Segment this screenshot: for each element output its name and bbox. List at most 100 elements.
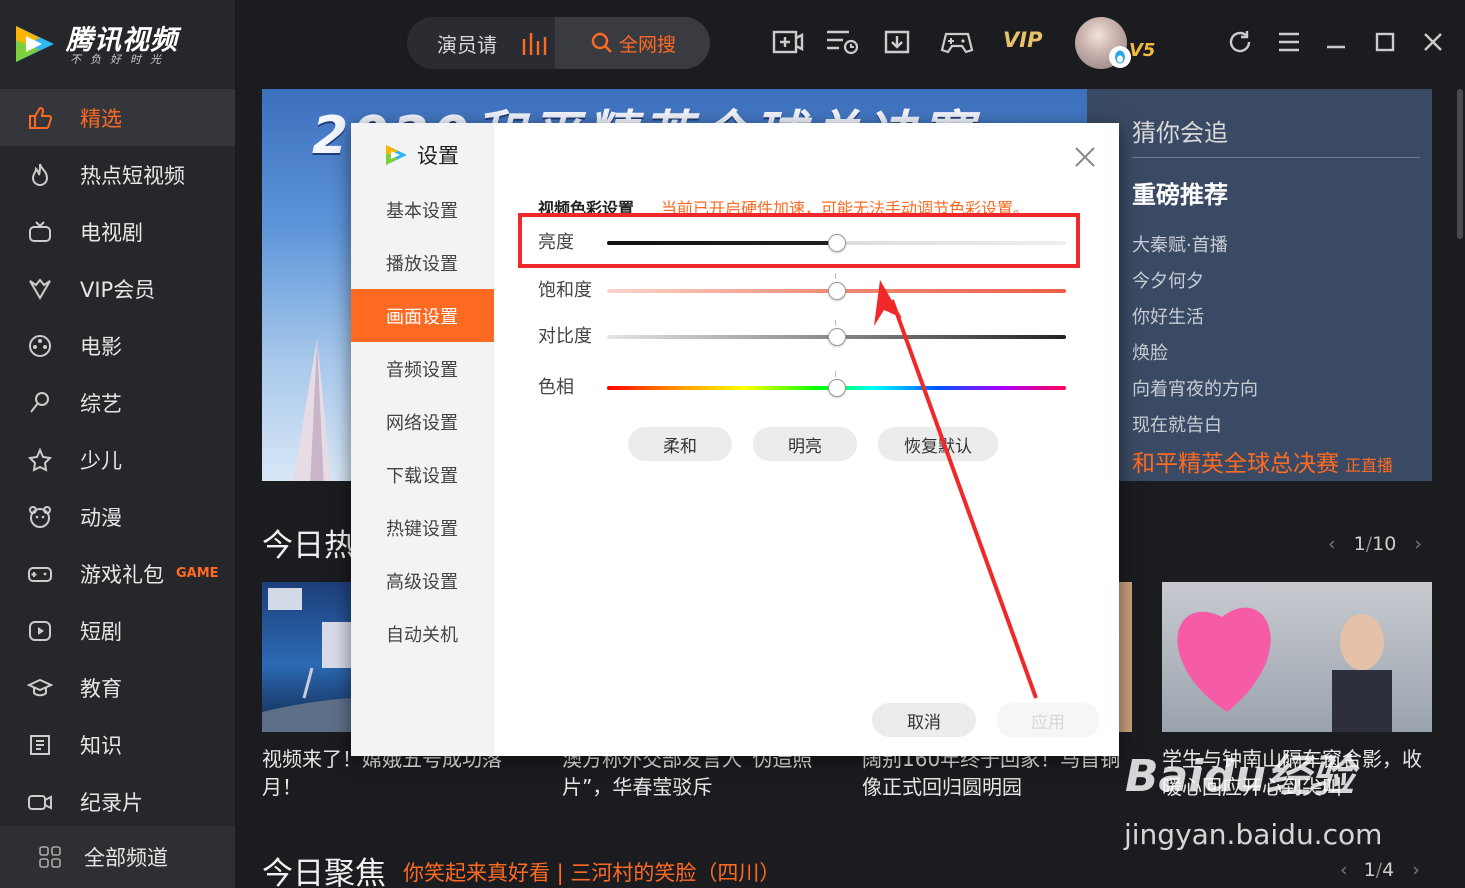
download-icon[interactable] bbox=[880, 26, 914, 58]
sidebar-item-tv-series[interactable]: 电视剧 bbox=[0, 203, 235, 260]
sidebar-nav: 精选 热点短视频 电视剧 VIP会员 电影 综艺 少儿 动漫 游戏礼包 GAME… bbox=[0, 89, 235, 830]
sidebar-item-label: 电视剧 bbox=[80, 220, 143, 245]
today-hot-pager: ‹ 1/10 › bbox=[1328, 533, 1422, 555]
list-item[interactable]: 焕脸 bbox=[1132, 339, 1258, 375]
thumbs-up-icon bbox=[26, 104, 54, 132]
all-channels-button[interactable]: 全部频道 bbox=[0, 826, 235, 888]
restore-default-button[interactable]: 恢复默认 bbox=[878, 427, 998, 461]
settings-menu-network[interactable]: 网络设置 bbox=[351, 395, 494, 448]
search-box[interactable]: 演员请 全网搜 bbox=[407, 17, 710, 69]
preset-bright-button[interactable]: 明亮 bbox=[753, 427, 857, 461]
sidebar-item-movies[interactable]: 电影 bbox=[0, 317, 235, 374]
watch-history-icon[interactable] bbox=[825, 26, 859, 58]
live-tag: 正直播 bbox=[1345, 456, 1394, 475]
list-item[interactable]: 你好生活 bbox=[1132, 303, 1258, 339]
list-item[interactable]: 向着宵夜的方向 bbox=[1132, 375, 1258, 411]
sidebar-item-short-drama[interactable]: 短剧 bbox=[0, 602, 235, 659]
search-input[interactable]: 演员请 bbox=[437, 29, 497, 58]
close-window-icon[interactable] bbox=[1416, 26, 1450, 58]
saturation-slider-thumb[interactable] bbox=[827, 282, 846, 300]
settings-menu: 基本设置 播放设置 画面设置 音频设置 网络设置 下载设置 热键设置 高级设置 … bbox=[351, 183, 494, 660]
saturation-slider[interactable] bbox=[607, 282, 1066, 300]
hot-rank-icon[interactable] bbox=[521, 29, 547, 57]
microphone-icon bbox=[26, 389, 54, 417]
apply-button[interactable]: 应用 bbox=[996, 703, 1100, 737]
chevron-left-icon[interactable]: ‹ bbox=[1340, 859, 1348, 881]
annotation-highlight-box bbox=[518, 213, 1080, 268]
sidebar-item-label: 少儿 bbox=[80, 448, 122, 473]
recommend-list: 大秦赋·首播 今夕何夕 你好生活 焕脸 向着宵夜的方向 现在就告白 bbox=[1132, 231, 1258, 447]
contrast-slider[interactable] bbox=[607, 328, 1066, 346]
upload-video-icon[interactable] bbox=[771, 26, 805, 58]
settings-menu-download[interactable]: 下载设置 bbox=[351, 448, 494, 501]
sidebar-item-education[interactable]: 教育 bbox=[0, 659, 235, 716]
live-link[interactable]: 和平精英全球总决赛 正直播 bbox=[1132, 444, 1393, 478]
gamepad-icon bbox=[26, 560, 54, 588]
today-focus-link[interactable]: 你笑起来真好看 | 三河村的笑脸（四川） bbox=[403, 857, 780, 887]
refresh-icon[interactable] bbox=[1223, 26, 1257, 58]
sidebar-item-label: 动漫 bbox=[80, 505, 122, 530]
sidebar-item-label: 短剧 bbox=[80, 619, 122, 644]
live-title: 和平精英全球总决赛 bbox=[1132, 451, 1339, 477]
heart-sticker-thumbnail bbox=[1177, 607, 1392, 732]
sidebar-item-knowledge[interactable]: 知识 bbox=[0, 716, 235, 773]
preset-soft-button[interactable]: 柔和 bbox=[628, 427, 732, 461]
saturation-label: 饱和度 bbox=[538, 280, 592, 301]
settings-menu-advanced[interactable]: 高级设置 bbox=[351, 554, 494, 607]
contrast-center-tick bbox=[835, 320, 836, 326]
vip-button[interactable]: VIP bbox=[1003, 28, 1042, 52]
maximize-icon[interactable] bbox=[1368, 26, 1402, 58]
vip-diamond-icon bbox=[26, 275, 54, 303]
page-current: 1 bbox=[1353, 533, 1366, 555]
hue-slider-thumb[interactable] bbox=[827, 379, 846, 397]
sidebar: 腾讯视频 不负好时光 精选 热点短视频 电视剧 VIP会员 电影 综艺 少儿 动… bbox=[0, 0, 235, 888]
menu-icon[interactable] bbox=[1272, 26, 1306, 58]
qq-penguin-icon bbox=[1109, 46, 1131, 68]
page-total: 10 bbox=[1372, 533, 1397, 555]
app-logo[interactable]: 腾讯视频 不负好时光 bbox=[10, 18, 225, 70]
cancel-button[interactable]: 取消 bbox=[872, 703, 976, 737]
settings-menu-auto-shutdown[interactable]: 自动关机 bbox=[351, 607, 494, 660]
chevron-left-icon[interactable]: ‹ bbox=[1328, 533, 1336, 555]
game-badge: GAME bbox=[176, 566, 219, 581]
bear-face-icon bbox=[26, 503, 54, 531]
hue-slider[interactable] bbox=[607, 379, 1066, 397]
search-icon bbox=[591, 32, 612, 53]
sidebar-item-vip[interactable]: VIP会员 bbox=[0, 260, 235, 317]
all-channels-label: 全部频道 bbox=[84, 846, 168, 870]
saturation-center-tick bbox=[835, 273, 836, 279]
recommend-subtitle[interactable]: 重磅推荐 bbox=[1132, 175, 1228, 210]
settings-menu-hotkeys[interactable]: 热键设置 bbox=[351, 501, 494, 554]
sidebar-item-label: 电影 bbox=[80, 334, 122, 359]
page-total: 4 bbox=[1382, 859, 1395, 881]
sidebar-item-documentary[interactable]: 纪录片 bbox=[0, 773, 235, 830]
settings-menu-basic[interactable]: 基本设置 bbox=[351, 183, 494, 236]
sidebar-item-game-gift[interactable]: 游戏礼包 GAME bbox=[0, 545, 235, 602]
page-scrollbar[interactable] bbox=[1457, 89, 1463, 239]
list-item[interactable]: 大秦赋·首播 bbox=[1132, 231, 1258, 267]
chevron-right-icon[interactable]: › bbox=[1412, 859, 1420, 881]
sidebar-item-variety[interactable]: 综艺 bbox=[0, 374, 235, 431]
list-item[interactable]: 现在就告白 bbox=[1132, 411, 1258, 447]
settings-title: 设置 bbox=[417, 144, 459, 168]
close-dialog-icon[interactable] bbox=[1073, 145, 1097, 169]
sidebar-item-kids[interactable]: 少儿 bbox=[0, 431, 235, 488]
tencent-video-logo-icon bbox=[386, 145, 407, 165]
game-center-icon[interactable] bbox=[940, 26, 974, 58]
settings-menu-display[interactable]: 画面设置 bbox=[351, 289, 494, 342]
film-reel-icon bbox=[26, 332, 54, 360]
video-card[interactable] bbox=[1162, 582, 1432, 732]
sidebar-item-featured[interactable]: 精选 bbox=[0, 89, 235, 146]
sidebar-item-hot-short-video[interactable]: 热点短视频 bbox=[0, 146, 235, 203]
recommend-panel: 猜你会追 重磅推荐 大秦赋·首播 今夕何夕 你好生活 焕脸 向着宵夜的方向 现在… bbox=[1087, 89, 1432, 481]
settings-menu-playback[interactable]: 播放设置 bbox=[351, 236, 494, 289]
recommend-title: 猜你会追 bbox=[1132, 119, 1228, 147]
contrast-slider-thumb[interactable] bbox=[827, 328, 846, 346]
chevron-right-icon[interactable]: › bbox=[1414, 533, 1422, 555]
settings-header: 设置 bbox=[383, 140, 459, 170]
sidebar-item-anime[interactable]: 动漫 bbox=[0, 488, 235, 545]
list-item[interactable]: 今夕何夕 bbox=[1132, 267, 1258, 303]
minimize-icon[interactable] bbox=[1319, 26, 1353, 58]
search-button[interactable]: 全网搜 bbox=[555, 17, 710, 69]
settings-menu-audio[interactable]: 音频设置 bbox=[351, 342, 494, 395]
